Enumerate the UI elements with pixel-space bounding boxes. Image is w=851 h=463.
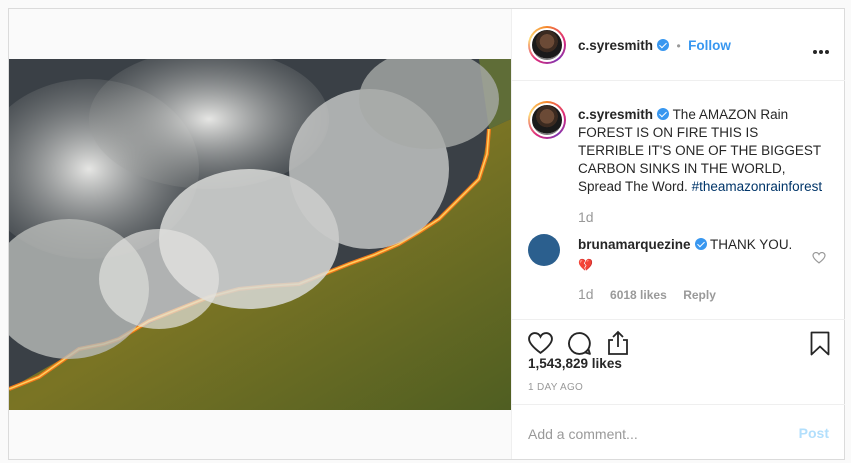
verified-badge-icon xyxy=(657,39,670,51)
post-timestamp[interactable]: 1 DAY AGO xyxy=(528,382,583,393)
share-icon[interactable] xyxy=(607,330,629,356)
bookmark-icon[interactable] xyxy=(810,331,830,356)
post-header: c.syresmith • Follow xyxy=(512,9,845,81)
author-username[interactable]: c.syresmith xyxy=(578,38,653,53)
verified-badge-icon xyxy=(657,108,670,120)
separator-dot: • xyxy=(676,39,681,53)
verified-badge-icon xyxy=(694,238,707,250)
action-bar xyxy=(512,319,845,360)
post-card: c.syresmith • Follow c.syresmith The AMA… xyxy=(8,8,845,460)
caption-age[interactable]: 1d xyxy=(578,209,594,225)
comment-emoji: 💔 xyxy=(578,258,593,272)
comment-bar: Post xyxy=(512,404,845,459)
comment-input[interactable] xyxy=(526,423,780,445)
hashtag-link[interactable]: #theamazonrainforest xyxy=(692,179,823,194)
comment: brunamarquezine THANK YOU. 💔 xyxy=(578,236,798,274)
caption-author-avatar[interactable] xyxy=(528,101,566,139)
forest-fire-image xyxy=(9,59,511,410)
commenter-username[interactable]: brunamarquezine xyxy=(578,237,691,252)
post-sidebar: c.syresmith • Follow c.syresmith The AMA… xyxy=(511,9,845,459)
post-media xyxy=(9,9,511,459)
comment-likes[interactable]: 6018 likes xyxy=(610,288,667,302)
comment-meta: 1d 6018 likes Reply xyxy=(578,286,716,304)
reply-button[interactable]: Reply xyxy=(683,288,716,302)
author-avatar[interactable] xyxy=(528,26,566,64)
follow-button[interactable]: Follow xyxy=(688,38,731,53)
more-options-icon[interactable] xyxy=(811,41,829,59)
post-photo[interactable] xyxy=(9,59,511,410)
comment-age[interactable]: 1d xyxy=(578,286,594,302)
small-heart-icon[interactable] xyxy=(812,252,826,264)
caption-username[interactable]: c.syresmith xyxy=(578,107,653,122)
heart-icon[interactable] xyxy=(528,332,553,355)
commenter-avatar[interactable] xyxy=(528,234,560,266)
comment-text: THANK YOU. xyxy=(710,237,793,252)
comment-icon[interactable] xyxy=(567,331,592,356)
post-button[interactable]: Post xyxy=(799,425,829,441)
caption: c.syresmith The AMAZON Rain FOREST IS ON… xyxy=(578,106,823,196)
likes-count[interactable]: 1,543,829 likes xyxy=(528,356,622,371)
